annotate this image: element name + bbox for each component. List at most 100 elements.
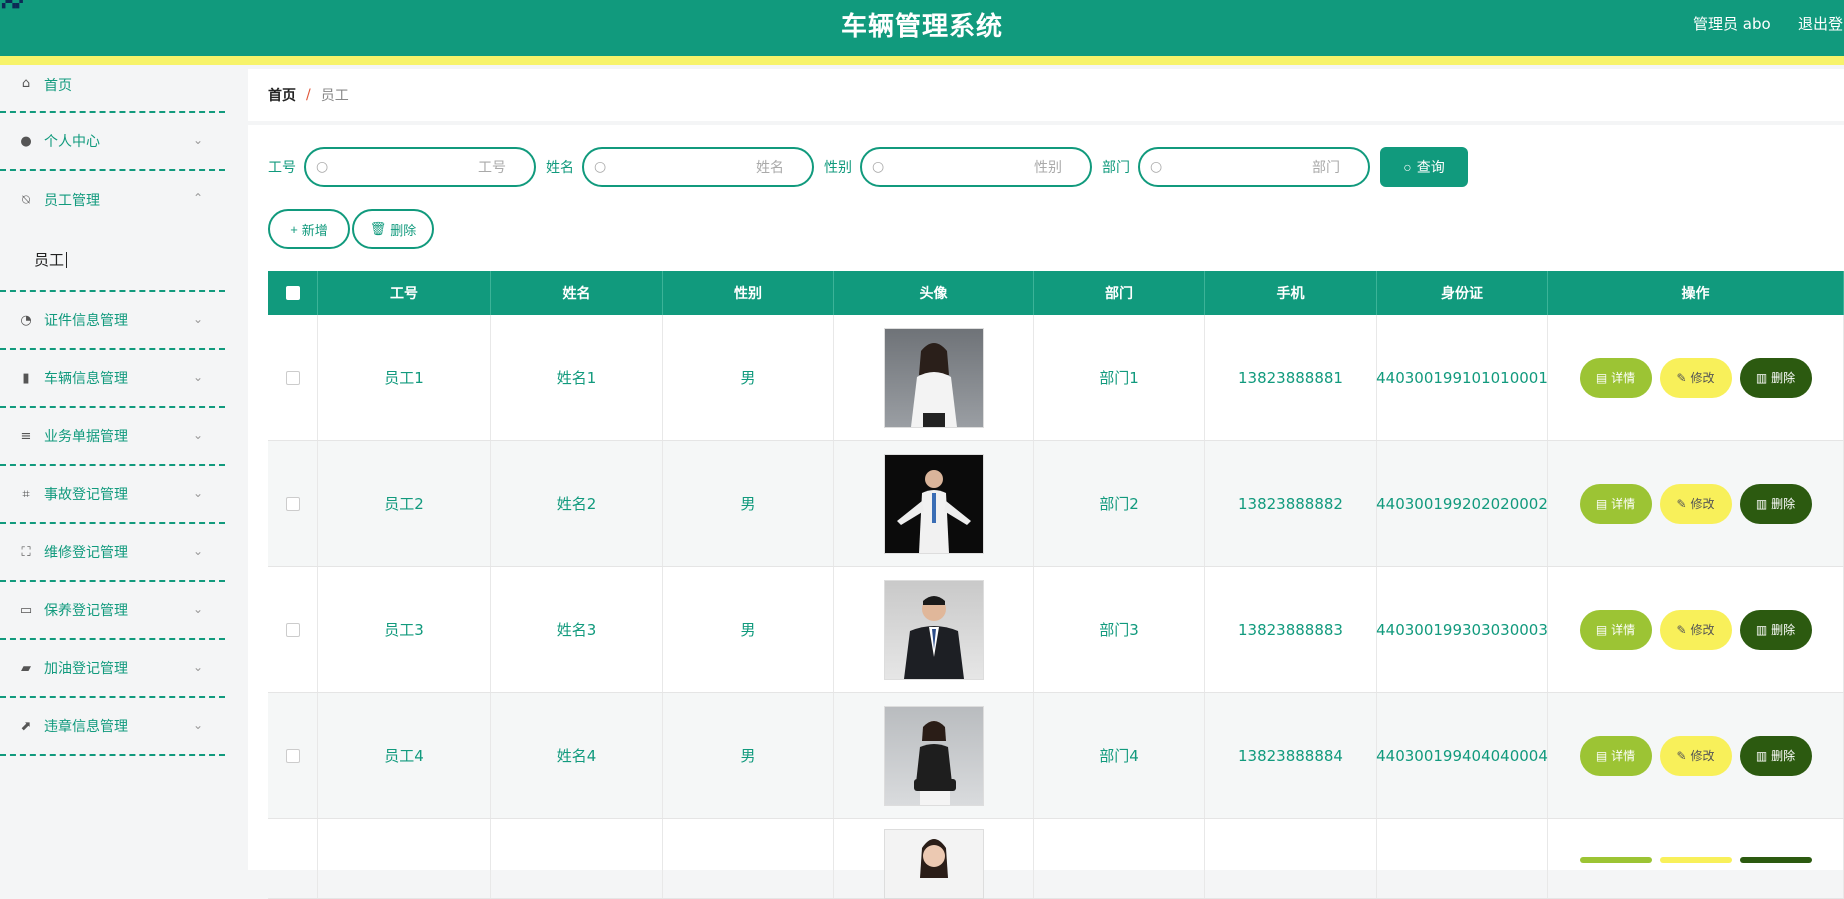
cell-id: 员工3 — [318, 567, 491, 692]
cell-avatar — [834, 315, 1034, 440]
sidebar-item-certificate[interactable]: ◔ 证件信息管理 ⌄ — [0, 292, 225, 350]
cell-id: 员工2 — [318, 441, 491, 566]
cell-gender — [663, 819, 834, 898]
cell-dept — [1034, 819, 1205, 898]
edit-label: 修改 — [1690, 749, 1715, 763]
home-icon: ⌂ — [21, 75, 31, 91]
edit-button[interactable]: ✎ 修改 — [1659, 609, 1732, 650]
search-input-name[interactable]: ○ 姓名 — [582, 147, 814, 187]
row-checkbox[interactable] — [285, 622, 300, 637]
cell-avatar — [834, 693, 1034, 818]
search-placeholder: 工号 — [478, 160, 506, 176]
cell-gender: 男 — [663, 441, 834, 566]
trash-icon: ▥ — [1755, 622, 1768, 637]
user-info: 管理员 abo — [1693, 15, 1771, 33]
search-icon: ○ — [872, 159, 885, 175]
cell-phone — [1205, 819, 1377, 898]
pencil-icon: ✎ — [1676, 622, 1687, 637]
row-checkbox[interactable] — [285, 370, 300, 385]
edit-button[interactable]: ✎ 修改 — [1659, 357, 1732, 398]
column-header: 身份证 — [1377, 271, 1548, 315]
delete-button[interactable] — [1739, 857, 1812, 863]
breadcrumb-current: 员工 — [320, 88, 349, 104]
search-input-gender[interactable]: ○ 性别 — [860, 147, 1092, 187]
sidebar-item-label: 事故登记管理 — [44, 487, 128, 503]
person-photo — [913, 720, 956, 805]
submenu-item-employee[interactable]: 员工 — [0, 229, 225, 292]
chevron-down-icon: ⌄ — [192, 602, 203, 616]
search-placeholder: 性别 — [1034, 160, 1062, 176]
edit-button[interactable]: ✎ 修改 — [1659, 735, 1732, 776]
action-bar: + 新增 🗑 删除 — [268, 209, 436, 249]
edit-button[interactable]: ✎ 修改 — [1659, 483, 1732, 524]
detail-label: 详情 — [1611, 497, 1636, 511]
pencil-icon: ✎ — [1676, 370, 1687, 385]
chevron-down-icon: ⌄ — [192, 718, 203, 732]
sidebar-item-label: 加油登记管理 — [44, 661, 128, 677]
cell-avatar — [834, 567, 1034, 692]
cell-dept: 部门2 — [1034, 441, 1205, 566]
detail-button[interactable]: ▤ 详情 — [1579, 357, 1652, 398]
search-input-id[interactable]: ○ 工号 — [304, 147, 536, 187]
delete-button[interactable]: ▥ 删除 — [1739, 357, 1812, 398]
sidebar-item-home[interactable]: ⌂ 首页 — [0, 65, 225, 113]
chevron-down-icon: ⌄ — [192, 486, 203, 500]
select-all-checkbox[interactable] — [285, 286, 300, 300]
delete-button[interactable]: ▥ 删除 — [1739, 483, 1812, 524]
edit-button[interactable] — [1659, 857, 1732, 863]
sidebar-item-personal-center[interactable]: ● 个人中心 ⌄ — [0, 113, 225, 171]
search-input-dept[interactable]: ○ 部门 — [1138, 147, 1370, 187]
column-header: 姓名 — [491, 271, 663, 315]
bars-icon: ▮ — [22, 370, 30, 386]
app-title: 车辆管理系统 — [840, 12, 1003, 42]
cell-name: 姓名2 — [491, 441, 663, 566]
avatar — [883, 327, 984, 428]
detail-button[interactable]: ▤ 详情 — [1579, 735, 1652, 776]
sidebar-item-label: 个人中心 — [44, 134, 100, 150]
row-checkbox[interactable] — [285, 496, 300, 511]
row-checkbox[interactable] — [285, 748, 300, 763]
cell-gender: 男 — [663, 693, 834, 818]
cell-gender: 男 — [663, 315, 834, 440]
sidebar-item-vehicle[interactable]: ▮ 车辆信息管理 ⌄ — [0, 350, 225, 408]
sidebar-item-refuel[interactable]: ▰ 加油登记管理 ⌄ — [0, 640, 225, 698]
query-button[interactable]: ○ 查询 — [1380, 147, 1468, 187]
sidebar-item-business-docs[interactable]: ≡ 业务单据管理 ⌄ — [0, 408, 225, 466]
cell-id — [318, 819, 491, 898]
detail-button[interactable]: ▤ 详情 — [1579, 609, 1652, 650]
person-photo — [919, 839, 948, 878]
detail-button[interactable]: ▤ 详情 — [1579, 483, 1652, 524]
sidebar-item-employee-management[interactable]: ⍉ 员工管理 ⌃ — [0, 171, 225, 229]
trash-icon: ▥ — [1755, 748, 1768, 763]
cell-avatar — [834, 819, 1034, 899]
batch-delete-button[interactable]: 🗑 删除 — [352, 209, 434, 249]
text-cursor — [66, 251, 68, 268]
sidebar-item-label: 维修登记管理 — [44, 545, 128, 561]
sidebar-item-maintenance[interactable]: ▭ 保养登记管理 ⌄ — [0, 582, 225, 640]
cell-idcard — [1377, 819, 1548, 898]
doc-icon: ▤ — [1595, 496, 1608, 511]
chart-icon: ⬈ — [20, 718, 32, 734]
detail-button[interactable] — [1579, 857, 1652, 863]
column-header: 头像 — [834, 271, 1034, 315]
chevron-down-icon: ⌄ — [192, 312, 203, 326]
search-icon: ○ — [316, 159, 329, 175]
logout-link[interactable]: 退出登录 — [1798, 13, 1844, 34]
delete-button[interactable]: ▥ 删除 — [1739, 735, 1812, 776]
sidebar-item-repair[interactable]: ⛶ 维修登记管理 ⌄ — [0, 524, 225, 582]
column-header: 部门 — [1034, 271, 1205, 315]
table-row: 员工3 姓名3 男 部门3 13823888883 44030019930303… — [268, 567, 1844, 693]
chevron-down-icon: ⌄ — [192, 428, 203, 442]
main-content: 首页 / 员工 工号 ○ 工号 姓名 ○ 姓名 性别 ○ 性别 部门 ○ 部门 … — [248, 65, 1844, 899]
cell-dept: 部门4 — [1034, 693, 1205, 818]
add-button[interactable]: + 新增 — [268, 209, 350, 249]
submenu-item-label: 员工 — [34, 251, 65, 269]
card-icon: ▭ — [19, 602, 33, 618]
search-icon: ○ — [594, 159, 607, 175]
sidebar-item-violation[interactable]: ⬈ 违章信息管理 ⌄ — [0, 698, 225, 756]
delete-button[interactable]: ▥ 删除 — [1739, 609, 1812, 650]
sidebar-item-accident[interactable]: ⌗ 事故登记管理 ⌄ — [0, 466, 225, 524]
employee-table: 工号 姓名 性别 头像 部门 手机 身份证 操作 员工1 姓名1 男 部门1 1… — [268, 271, 1844, 899]
cell-ops: ▤ 详情 ✎ 修改 ▥ 删除 — [1548, 693, 1844, 818]
breadcrumb-home[interactable]: 首页 — [268, 85, 296, 105]
